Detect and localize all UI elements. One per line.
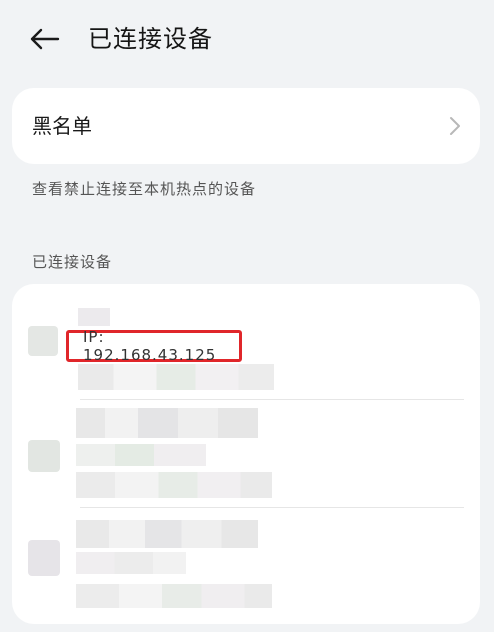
connected-devices-list: IP: 192.168.43.125 (12, 284, 480, 624)
blurred-device-info (76, 552, 186, 574)
header: 已连接设备 (0, 0, 494, 80)
device-item[interactable] (12, 400, 480, 506)
arrow-left-icon (30, 28, 60, 50)
blurred-device-info (76, 444, 206, 466)
blacklist-item[interactable]: 黑名单 (12, 88, 480, 164)
blurred-device-mac (76, 584, 272, 608)
device-ip: IP: 192.168.43.125 (83, 328, 217, 364)
blacklist-hint: 查看禁止连接至本机热点的设备 (32, 180, 257, 198)
ip-highlight-box: IP: 192.168.43.125 (66, 328, 242, 364)
back-button[interactable] (26, 24, 62, 54)
blurred-device-info (78, 364, 274, 390)
page-title: 已连接设备 (88, 25, 213, 53)
device-icon (28, 326, 58, 356)
device-item[interactable] (12, 508, 480, 624)
device-icon (28, 440, 60, 472)
blurred-device-name (76, 520, 258, 548)
blurred-device-name (76, 408, 258, 438)
chevron-right-icon (450, 117, 460, 135)
blurred-device-mac (76, 472, 272, 498)
device-item[interactable]: IP: 192.168.43.125 (12, 284, 480, 399)
device-icon (28, 540, 60, 576)
blurred-device-name (78, 308, 110, 326)
blacklist-label: 黑名单 (32, 114, 92, 138)
section-title-connected: 已连接设备 (32, 253, 113, 271)
